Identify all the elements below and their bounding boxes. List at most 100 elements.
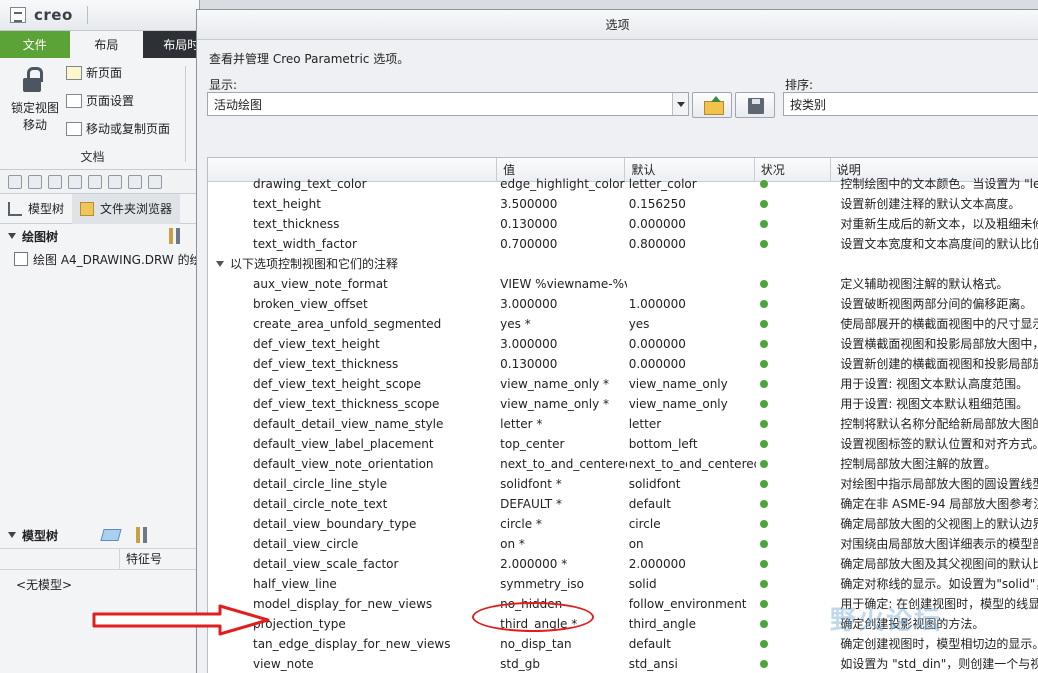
show-icon[interactable]: [100, 529, 122, 541]
option-status: [756, 334, 832, 354]
option-default: 0.000000: [628, 337, 686, 351]
ribbon-group-document: 文档: [80, 150, 105, 164]
table-row[interactable]: text_height 3.500000 0.156250 设置新创建注释的默认文本高…: [208, 194, 1038, 214]
open-file-icon[interactable]: [28, 174, 42, 189]
table-row[interactable]: text_width_factor 0.700000 0.800000 设置文本宽度和…: [208, 234, 1038, 254]
chevron-down-icon[interactable]: [672, 93, 688, 115]
table-row[interactable]: default_detail_view_name_style letter * le…: [208, 414, 1038, 434]
drawing-tree-item[interactable]: 绘图 A4_DRAWING.DRW 的绘: [0, 248, 199, 270]
regenerate-icon[interactable]: [48, 174, 62, 189]
option-value: circle *: [500, 517, 542, 531]
option-description: 对围绕由局部放大图详细表示的模型部: [840, 537, 1038, 551]
quick-toolbar: [0, 170, 199, 194]
table-row[interactable]: def_view_text_thickness 0.130000 0.000000 设…: [208, 354, 1038, 374]
ribbon-tabs: 文件 布局 布局时: [0, 31, 199, 58]
option-description: 用于设置: 视图文本默认高度范围。: [840, 377, 1029, 391]
option-value: 2.000000 *: [500, 557, 568, 571]
option-status: [756, 534, 832, 554]
save-config-button[interactable]: [735, 92, 775, 118]
tree-tools-icon[interactable]: [167, 228, 191, 244]
table-row[interactable]: def_view_text_height 3.000000 0.000000 设置横截…: [208, 334, 1038, 354]
collapse-icon[interactable]: [8, 532, 16, 538]
table-row[interactable]: detail_circle_line_style solidfont * solid…: [208, 474, 1038, 494]
settings-icon[interactable]: [68, 174, 82, 189]
option-value: VIEW %viewname-%viewname: [500, 277, 627, 291]
option-status: [756, 214, 832, 234]
window-icon[interactable]: [108, 174, 122, 189]
table-row[interactable]: detail_view_boundary_type circle * circle 确…: [208, 514, 1038, 534]
option-default: third_angle: [628, 617, 696, 631]
option-value: DEFAULT *: [500, 497, 562, 511]
status-ok-icon: [760, 240, 769, 248]
lock-view-move-button[interactable]: 锁定视图 移动: [6, 64, 64, 134]
option-description: 设置新创建注释的默认文本高度。: [840, 197, 1021, 211]
option-value: symmetry_iso: [500, 577, 584, 591]
option-value: std_gb: [500, 657, 540, 671]
table-row[interactable]: aux_view_note_format VIEW %viewname-%view…: [208, 274, 1038, 294]
table-row[interactable]: view_note std_gb std_ansi 如设置为 "std_din"，则创…: [208, 654, 1038, 673]
model-tree-header[interactable]: 模型树: [0, 522, 199, 548]
option-default: 0.800000: [628, 237, 686, 251]
option-name: detail_view_boundary_type: [253, 517, 417, 531]
save-icon[interactable]: [148, 174, 162, 189]
page-setup-button[interactable]: 页面设置: [66, 92, 134, 109]
option-name: aux_view_note_format: [253, 277, 388, 291]
option-status: [756, 654, 832, 673]
option-status: [756, 354, 832, 374]
status-ok-icon: [760, 460, 769, 468]
close-window-icon[interactable]: [128, 174, 142, 189]
new-page-button[interactable]: 新页面: [66, 64, 122, 81]
tree-tools-icon[interactable]: [134, 527, 158, 543]
option-default: default: [628, 637, 671, 651]
option-status: [756, 514, 832, 534]
option-name: tan_edge_display_for_new_views: [253, 637, 451, 651]
navigator-tabs: 模型树 文件夹浏览器: [0, 193, 199, 224]
app-icon[interactable]: [10, 7, 26, 23]
open-config-button[interactable]: [692, 92, 732, 118]
folder-icon[interactable]: [88, 174, 102, 189]
tab-layout-2[interactable]: 布局时: [143, 31, 199, 58]
collapse-icon[interactable]: [216, 261, 224, 267]
page-setup-label: 页面设置: [86, 94, 135, 108]
show-dropdown[interactable]: 活动绘图: [207, 92, 689, 116]
option-default: view_name_only: [628, 397, 728, 411]
tab-model-tree[interactable]: 模型树: [0, 194, 72, 224]
tab-file[interactable]: 文件: [0, 31, 70, 58]
table-row[interactable]: default_view_label_placement top_center bo…: [208, 434, 1038, 454]
section-row[interactable]: 以下选项控制视图和它们的注释: [208, 254, 1038, 274]
table-row[interactable]: detail_view_scale_factor 2.000000 * 2.0000…: [208, 554, 1038, 574]
move-copy-page-icon: [66, 121, 82, 136]
option-status: [756, 414, 832, 434]
table-row[interactable]: detail_circle_note_text DEFAULT * default 确…: [208, 494, 1038, 514]
option-value: 3.000000: [500, 337, 558, 351]
option-name: def_view_text_thickness: [253, 357, 399, 371]
table-row[interactable]: tan_edge_display_for_new_views no_disp_ta…: [208, 634, 1038, 654]
table-row[interactable]: create_area_unfold_segmented yes * yes 使局部展…: [208, 314, 1038, 334]
option-description: 确定对称线的显示。如设置为"solid"，: [840, 577, 1038, 591]
status-ok-icon: [760, 480, 769, 488]
table-row[interactable]: half_view_line symmetry_iso solid 确定对称线的显示。…: [208, 574, 1038, 594]
red-arrow-annotation: [92, 604, 270, 636]
new-file-icon[interactable]: [8, 174, 22, 189]
table-row[interactable]: drawing_text_color edge_highlight_color le…: [208, 174, 1038, 194]
table-row[interactable]: default_view_note_orientation next_to_and…: [208, 454, 1038, 474]
move-copy-page-button[interactable]: 移动或复制页面: [66, 120, 170, 137]
option-status: [756, 434, 832, 454]
option-name: detail_circle_note_text: [253, 497, 388, 511]
tab-folder-browser[interactable]: 文件夹浏览器: [72, 193, 181, 224]
tab-layout[interactable]: 布局: [69, 31, 144, 58]
model-tree-title: 模型树: [22, 528, 59, 543]
sort-dropdown[interactable]: 按类别: [783, 92, 1038, 116]
table-row[interactable]: broken_view_offset 3.000000 1.000000 设置破断视图…: [208, 294, 1038, 314]
option-status: [756, 614, 832, 634]
table-row[interactable]: def_view_text_thickness_scope view_name_o…: [208, 394, 1038, 414]
option-value: next_to_and_centered_: [500, 457, 627, 471]
table-row[interactable]: def_view_text_height_scope view_name_only…: [208, 374, 1038, 394]
show-dropdown-value: 活动绘图: [214, 97, 263, 112]
options-table: 值 默认 状况 说明 drawing_text_color edge_highli…: [207, 157, 1038, 673]
collapse-icon[interactable]: [8, 233, 16, 239]
drawing-tree-header[interactable]: 绘图树: [0, 224, 199, 248]
table-row[interactable]: text_thickness 0.130000 0.000000 对重新生成后的新文本…: [208, 214, 1038, 234]
option-status: [756, 574, 832, 594]
table-row[interactable]: detail_view_circle on * on 对围绕由局部放大图详细表示的模型…: [208, 534, 1038, 554]
